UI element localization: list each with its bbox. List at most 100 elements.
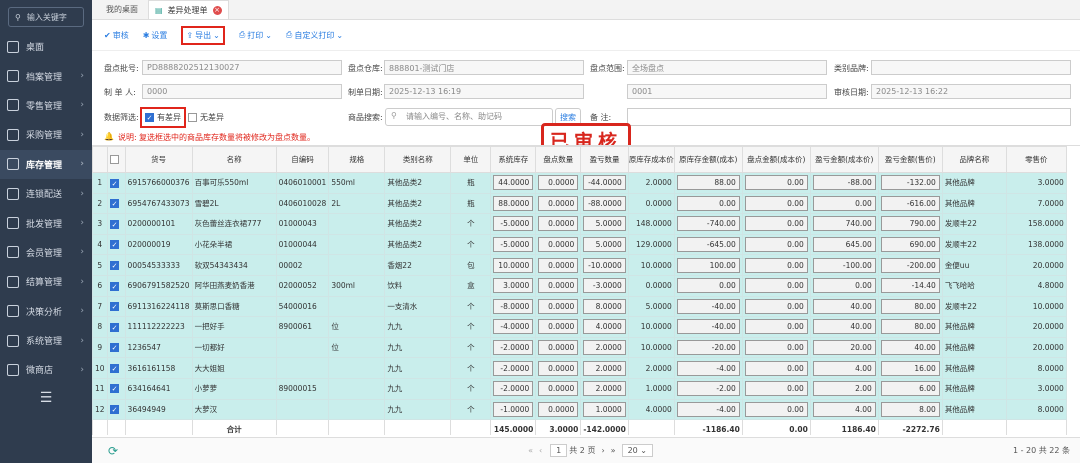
cell-input[interactable]: -2.0000	[490, 357, 537, 379]
cell-input[interactable]: 2.0000	[580, 336, 629, 359]
cell-value[interactable]: 2.0000	[583, 340, 626, 356]
column-header[interactable]: 盈亏数量	[580, 146, 629, 173]
cell-input[interactable]: 80.00	[877, 316, 943, 338]
table-row[interactable]: 9 ✓ 1236547 一切都好 位九九个 -2.0000 0.0000 2.0000 10.0…	[92, 336, 1067, 359]
cell-input[interactable]: 0.00	[741, 274, 811, 297]
cell-value[interactable]: -5.0000	[493, 237, 534, 253]
cell-value[interactable]: 5.0000	[583, 216, 626, 232]
cell-value[interactable]: -14.40	[880, 278, 940, 294]
cell-value[interactable]: 0.00	[812, 278, 876, 294]
date-field[interactable]: 2025-12-13 16:19	[384, 84, 584, 99]
cell-input[interactable]: 0.00	[741, 213, 811, 235]
cell-value[interactable]: 40.00	[812, 298, 876, 314]
cell-input[interactable]: 10.0000	[490, 254, 537, 276]
row-checkbox[interactable]: ✓	[106, 254, 126, 276]
column-header[interactable]: 规格	[328, 146, 386, 173]
cell-value[interactable]: 16.00	[880, 360, 940, 376]
sidebar-item-10[interactable]: 系统管理 ›	[0, 326, 92, 355]
cell-value[interactable]: 0.0000	[538, 216, 579, 232]
warehouse-field[interactable]: 888801-测试门店	[384, 60, 584, 75]
cell-value[interactable]: -1.0000	[493, 401, 534, 417]
column-header[interactable]: 自编码	[275, 146, 330, 173]
cell-input[interactable]: -8.0000	[490, 295, 537, 318]
search-input[interactable]: ⚲ 输入关键字	[8, 7, 84, 27]
sidebar-item-9[interactable]: 决策分析 ›	[0, 297, 92, 326]
cell-input[interactable]: 0.0000	[535, 316, 582, 338]
export-button[interactable]: ⇪ 导出 ⌄	[181, 25, 225, 45]
remark-field[interactable]	[627, 108, 1071, 126]
row-checkbox[interactable]: ✓	[106, 192, 126, 215]
cell-value[interactable]: -100.00	[812, 257, 876, 273]
cell-value[interactable]: 4.00	[812, 401, 876, 417]
cell-value[interactable]: -2.0000	[493, 340, 534, 356]
cell-value[interactable]: 0.0000	[538, 319, 579, 335]
cell-input[interactable]: 645.00	[809, 233, 879, 256]
cell-value[interactable]: 4.00	[812, 360, 876, 376]
table-row[interactable]: 8 ✓ 111112222223 一把好手 8900061 位九九个 -4.0000 0.00…	[92, 316, 1067, 338]
cell-input[interactable]: -4.00	[673, 357, 743, 379]
cell-value[interactable]: 0.00	[676, 195, 740, 211]
cell-value[interactable]: 0.00	[744, 381, 808, 397]
cell-value[interactable]: 40.00	[812, 319, 876, 335]
sidebar-item-7[interactable]: 会员管理 ›	[0, 238, 92, 267]
cell-input[interactable]: 740.00	[809, 213, 879, 235]
cell-value[interactable]: 690.00	[880, 237, 940, 253]
menu-collapse-icon[interactable]: ☰	[0, 384, 92, 412]
cell-value[interactable]: -88.0000	[583, 195, 626, 211]
cell-input[interactable]: 0.0000	[535, 357, 582, 379]
cell-value[interactable]: -4.00	[676, 360, 740, 376]
table-row[interactable]: 1 ✓ 6915766000376 百事可乐550ml 0406010001 550ml 其…	[92, 172, 1067, 194]
cell-value[interactable]: 645.00	[812, 237, 876, 253]
column-header[interactable]: 名称	[191, 146, 277, 173]
settings-button[interactable]: ✱ 设置	[143, 30, 168, 41]
column-header[interactable]: 盘点数量	[535, 146, 582, 173]
column-header[interactable]: 原库存金额(成本)	[673, 146, 743, 173]
tab-difference-bill[interactable]: ▤ 差异处理单 ×	[148, 0, 229, 19]
cell-input[interactable]: -2.0000	[490, 377, 537, 400]
cell-value[interactable]: 10.0000	[493, 257, 534, 273]
cell-value[interactable]: 40.00	[880, 340, 940, 356]
cell-value[interactable]: 0.00	[744, 257, 808, 273]
column-header[interactable]: 品牌名称	[941, 146, 1007, 173]
auditor-field[interactable]: 0001	[627, 84, 827, 99]
cell-input[interactable]: 0.00	[741, 295, 811, 318]
sidebar-item-0[interactable]: 桌面	[0, 32, 92, 61]
cell-input[interactable]: 88.0000	[490, 192, 537, 215]
cell-input[interactable]: 2.0000	[580, 357, 629, 379]
cell-input[interactable]: 0.0000	[535, 398, 582, 421]
cell-input[interactable]: -10.0000	[580, 254, 629, 276]
cell-value[interactable]: 44.0000	[493, 175, 534, 191]
cell-value[interactable]: -2.0000	[493, 381, 534, 397]
sidebar-item-8[interactable]: 结算管理 ›	[0, 267, 92, 296]
table-row[interactable]: 2 ✓ 6954767433073 雪碧2L 0406010028 2L 其他品类2 瓶 88.…	[92, 192, 1067, 215]
cell-value[interactable]: 740.00	[812, 216, 876, 232]
cell-input[interactable]: 40.00	[809, 295, 879, 318]
maker-field[interactable]: 0000	[142, 84, 342, 99]
cell-input[interactable]: -40.00	[673, 295, 743, 318]
row-checkbox[interactable]: ✓	[106, 274, 126, 297]
column-header[interactable]: 零售价	[1005, 146, 1067, 173]
cell-input[interactable]: 0.00	[809, 274, 879, 297]
cell-value[interactable]: -8.0000	[493, 298, 534, 314]
cell-value[interactable]: 80.00	[880, 298, 940, 314]
cell-input[interactable]: 40.00	[809, 316, 879, 338]
sidebar-item-11[interactable]: 微商店 ›	[0, 355, 92, 384]
sidebar-item-1[interactable]: 档案管理 ›	[0, 61, 92, 90]
cell-value[interactable]: 0.0000	[538, 360, 579, 376]
last-page-icon[interactable]: »	[611, 446, 616, 455]
first-page-icon[interactable]: «	[528, 446, 533, 455]
cell-value[interactable]: 0.0000	[538, 298, 579, 314]
cell-value[interactable]: 0.0000	[538, 381, 579, 397]
row-checkbox[interactable]: ✓	[106, 336, 126, 359]
cell-input[interactable]: -88.00	[809, 172, 879, 194]
table-row[interactable]: 11 ✓ 634164641 小萝萝 89000015 九九个 -2.0000 0.0000 2…	[92, 377, 1067, 400]
cell-value[interactable]: 0.00	[744, 319, 808, 335]
next-page-icon[interactable]: ›	[601, 446, 604, 455]
cell-value[interactable]: 0.0000	[538, 237, 579, 253]
cell-input[interactable]: -200.00	[877, 254, 943, 276]
cell-value[interactable]: 0.0000	[538, 257, 579, 273]
table-row[interactable]: 12 ✓ 36494949 大萝汉 九九个 -1.0000 0.0000 1.0000 4.00…	[92, 398, 1067, 421]
row-checkbox[interactable]: ✓	[106, 398, 126, 421]
cell-input[interactable]: 0.00	[741, 398, 811, 421]
cell-value[interactable]: 20.00	[812, 340, 876, 356]
